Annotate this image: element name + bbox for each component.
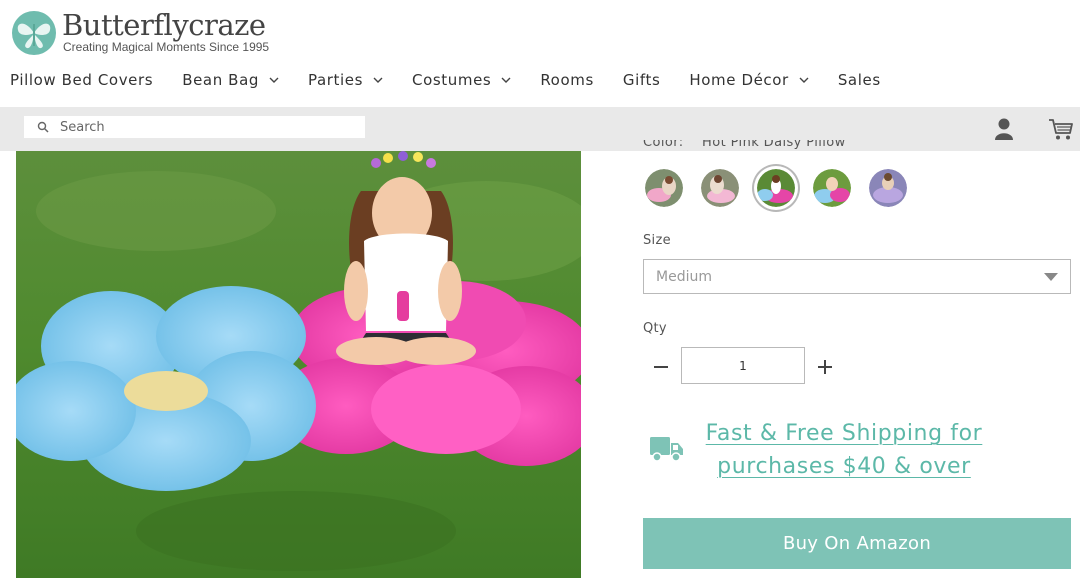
account-icon[interactable] [993,116,1015,142]
color-swatch[interactable] [813,169,851,207]
size-label: Size [643,233,671,248]
color-label-row: Color: Hot Pink Daisy Pillow [643,140,1073,154]
qty-label: Qty [643,321,667,336]
color-swatch[interactable] [645,169,683,207]
nav-item-pillow-bed-covers[interactable]: Pillow Bed Covers [10,71,153,89]
nav-item-home-decor[interactable]: Home Décor [689,71,809,89]
chevron-down-icon [269,77,279,83]
caret-down-icon [1044,273,1058,281]
color-value: Hot Pink Daisy Pillow [702,140,846,150]
truck-icon [650,437,683,462]
nav-item-label: Gifts [622,71,661,89]
nav-item-label: Rooms [540,71,594,89]
chevron-down-icon [799,77,809,83]
free-shipping-link[interactable]: Fast & Free Shipping for purchases $40 &… [694,417,994,483]
nav-item-sales[interactable]: Sales [838,71,881,89]
search-icon [37,121,49,133]
nav-item-bean-bag[interactable]: Bean Bag [182,71,279,89]
nav-item-label: Pillow Bed Covers [10,71,154,89]
nav-item-parties[interactable]: Parties [308,71,383,89]
color-swatch[interactable] [701,169,739,207]
search-input[interactable] [58,118,342,136]
color-swatch[interactable] [869,169,907,207]
nav-item-label: Bean Bag [182,71,259,89]
minus-icon[interactable] [652,359,670,375]
color-swatches [645,169,925,207]
size-value: Medium [656,268,712,285]
chevron-down-icon [501,77,511,83]
nav-item-rooms[interactable]: Rooms [540,71,594,89]
nav-item-label: Home Décor [689,71,789,89]
brand-tagline: Creating Magical Moments Since 1995 [63,40,270,54]
buy-on-amazon-button[interactable]: Buy On Amazon [643,518,1071,569]
brand-name: Butterflycraze [62,8,266,42]
color-swatch-selected[interactable] [757,169,795,207]
quantity-input[interactable] [681,347,805,384]
product-image[interactable] [16,151,581,578]
nav-item-label: Parties [307,71,364,89]
color-label: Color: [643,140,684,150]
nav-item-label: Sales [837,71,881,89]
size-select[interactable]: Medium [643,259,1071,294]
main-nav: Pillow Bed Covers Bean Bag Parties Costu… [10,68,910,92]
plus-icon[interactable] [816,358,834,376]
cart-icon[interactable] [1048,116,1074,142]
shipping-line-1: Fast & Free Shipping for [705,421,983,446]
shipping-line-2: purchases $40 & over [717,454,971,479]
nav-item-costumes[interactable]: Costumes [412,71,511,89]
search-box[interactable] [24,116,365,138]
chevron-down-icon [373,77,383,83]
nav-item-label: Costumes [412,71,492,89]
nav-item-gifts[interactable]: Gifts [623,71,661,89]
brand-logo[interactable]: Butterflycraze Creating Magical Moments … [10,8,280,58]
butterfly-logo-icon [12,11,56,55]
